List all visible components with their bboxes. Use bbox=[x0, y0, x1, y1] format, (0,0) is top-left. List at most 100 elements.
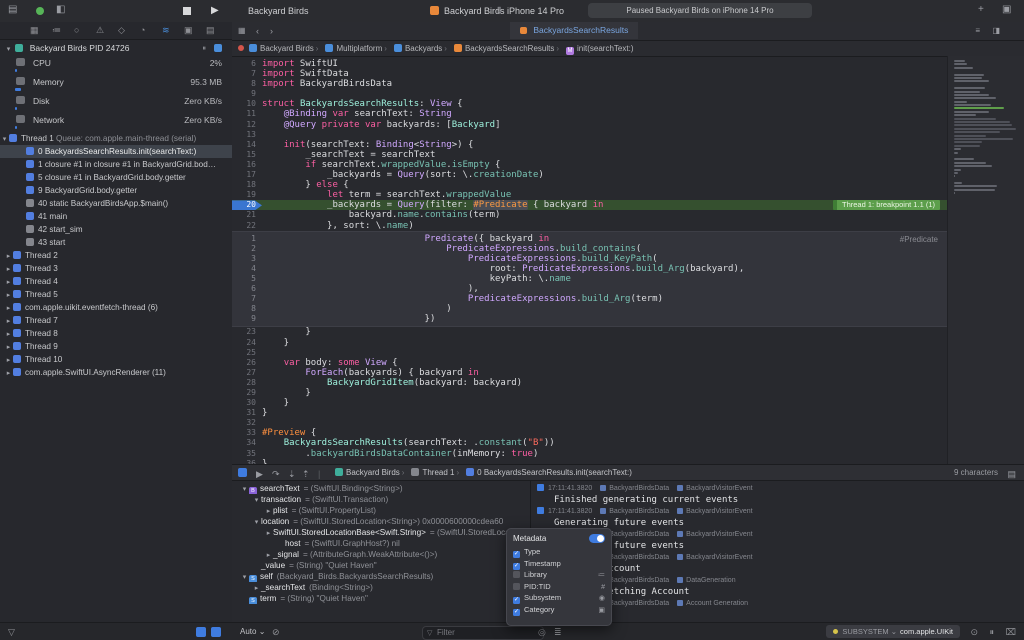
line-number[interactable]: 22 bbox=[232, 221, 262, 231]
disclosure-icon[interactable]: ▸ bbox=[4, 302, 13, 314]
code-line[interactable]: 31} bbox=[232, 408, 1024, 418]
line-number[interactable]: 26 bbox=[232, 358, 262, 368]
variable-row[interactable]: ▸ _searchText (Binding<String>) bbox=[232, 582, 530, 593]
line-number[interactable]: 14 bbox=[232, 140, 262, 150]
console-pause-icon[interactable]: ⏸ bbox=[989, 627, 994, 638]
code-line[interactable]: 13 bbox=[232, 130, 1024, 140]
code-line[interactable]: 34 BackyardsSearchResults(searchText: .c… bbox=[232, 438, 1024, 448]
variable-row[interactable]: ▸ plist = (SwiftUI.PropertyList) bbox=[232, 505, 530, 516]
stop-button[interactable] bbox=[183, 7, 191, 15]
nav-filter-icon[interactable]: ▽ bbox=[8, 627, 15, 638]
show-crashed-only-toggle[interactable] bbox=[211, 627, 221, 637]
code-line[interactable]: 26 var body: some View { bbox=[232, 358, 1024, 368]
variable-row[interactable]: ▾ Sself (Backyard_Birds.BackyardsSearchRes… bbox=[232, 571, 530, 582]
hide-debug-area-icon[interactable] bbox=[238, 468, 247, 477]
line-number[interactable]: 29 bbox=[232, 388, 262, 398]
code-line[interactable]: 22 }, sort: \.name) bbox=[232, 221, 1024, 231]
tab-backyardssearchresults[interactable]: BackyardsSearchResults bbox=[510, 22, 639, 39]
line-number[interactable]: 7 bbox=[232, 69, 262, 79]
disclosure-icon[interactable]: ▸ bbox=[4, 354, 13, 366]
disclosure-icon[interactable]: ▸ bbox=[4, 328, 13, 340]
run-button[interactable]: ▶ bbox=[211, 5, 219, 16]
reports-icon[interactable]: ▤ bbox=[206, 25, 215, 36]
debug-icon[interactable]: ≋ bbox=[162, 25, 170, 36]
variables-filter-input[interactable]: ▽ Filter bbox=[422, 626, 544, 640]
related-items-icon[interactable]: ▦ bbox=[238, 26, 246, 36]
code-line[interactable]: 1 Predicate({ backyard in bbox=[232, 234, 1024, 244]
line-number[interactable]: 9 bbox=[232, 89, 262, 99]
debug-crumb[interactable]: 0 BackyardsSearchResults.init(searchText… bbox=[477, 468, 632, 477]
gauge-row[interactable]: Network Zero KB/s bbox=[0, 113, 232, 132]
line-number[interactable]: 32 bbox=[232, 418, 262, 428]
disclosure-icon[interactable]: ▸ bbox=[4, 263, 13, 275]
thread-row[interactable]: ▸ Thread 2 bbox=[0, 249, 232, 262]
code-area[interactable]: 6 import SwiftUI 7 import SwiftData 8 import … bbox=[232, 56, 1024, 464]
line-number[interactable]: 16 bbox=[232, 160, 262, 170]
show-paused-only-toggle[interactable] bbox=[196, 627, 206, 637]
minimap[interactable] bbox=[947, 56, 1024, 464]
metadata-option[interactable]: ✓ Timestamp bbox=[513, 558, 605, 570]
thread-row[interactable]: ▸ Thread 7 bbox=[0, 314, 232, 327]
line-number[interactable]: 12 bbox=[232, 120, 262, 130]
line-number[interactable]: 1 bbox=[232, 234, 262, 244]
line-number[interactable]: 15 bbox=[232, 150, 262, 160]
line-number[interactable]: 20 bbox=[232, 200, 262, 211]
scheme-selector[interactable]: Backyard Birds bbox=[444, 6, 505, 16]
code-line[interactable]: 35 .backyardBirdsDataContainer(inMemory:… bbox=[232, 449, 1024, 459]
code-line[interactable]: 6 ), bbox=[232, 284, 1024, 294]
debug-breadcrumb[interactable]: Backyard Birds › Thread 1 › 0 BackyardsSearc… bbox=[330, 465, 632, 480]
variable-row[interactable]: Sterm = (String) "Quiet Haven" bbox=[232, 593, 530, 604]
code-line[interactable]: 21 backyard.name.contains(term) bbox=[232, 210, 1024, 220]
gauge-row[interactable]: Memory 95.3 MB bbox=[0, 75, 232, 94]
console-message[interactable]: Finished generating current events bbox=[537, 493, 1024, 507]
stack-frame-row[interactable]: 42 start_sim bbox=[0, 223, 232, 236]
code-line[interactable]: 8 ) bbox=[232, 304, 1024, 314]
gauge-row[interactable]: Disk Zero KB/s bbox=[0, 94, 232, 113]
debug-crumb[interactable]: Thread 1 bbox=[422, 468, 454, 477]
checkbox[interactable]: ✓ bbox=[513, 608, 520, 616]
code-line[interactable]: 23 } bbox=[232, 327, 1024, 337]
structure-icon[interactable]: ▦ bbox=[30, 25, 39, 36]
debug-crumb[interactable]: Backyard Birds bbox=[346, 468, 400, 477]
code-line[interactable]: 3 PredicateExpressions.build_KeyPath( bbox=[232, 254, 1024, 264]
disclosure-icon[interactable]: ▸ bbox=[4, 276, 13, 288]
stack-frame-row[interactable]: 0 BackyardsSearchResults.init(searchText… bbox=[0, 145, 232, 158]
line-number[interactable]: 9 bbox=[232, 314, 262, 324]
disclosure-icon[interactable]: ▸ bbox=[252, 583, 261, 593]
variable-row[interactable]: ▸ _signal = (AttributeGraph.WeakAttribute<… bbox=[232, 549, 530, 560]
line-number[interactable]: 21 bbox=[232, 210, 262, 220]
code-line[interactable]: 11 @Binding var searchText: String bbox=[232, 109, 1024, 119]
stack-frame-row[interactable]: 1 closure #1 in closure #1 in BackyardGr… bbox=[0, 158, 232, 171]
stack-frame-row[interactable]: 9 BackyardGrid.body.getter bbox=[0, 184, 232, 197]
line-number[interactable]: 2 bbox=[232, 244, 262, 254]
line-number[interactable]: 5 bbox=[232, 274, 262, 284]
disclosure-icon[interactable]: ▾ bbox=[240, 484, 249, 494]
breakpoint-annotation[interactable]: Thread 1: breakpoint 1.1 (1) bbox=[833, 200, 940, 211]
sidebar-toggle-icon[interactable]: ◧ bbox=[56, 5, 65, 15]
line-number[interactable]: 35 bbox=[232, 449, 262, 459]
issues-icon[interactable]: ⚠ bbox=[96, 25, 104, 36]
line-number[interactable]: 18 bbox=[232, 180, 262, 190]
line-number[interactable]: 30 bbox=[232, 398, 262, 408]
line-number[interactable]: 34 bbox=[232, 438, 262, 448]
jumpbar-crumb[interactable]: BackyardsSearchResults bbox=[465, 44, 554, 53]
metadata-option[interactable]: ✓ Type bbox=[513, 546, 605, 558]
console-scroll-lock-icon[interactable]: ⊙ bbox=[970, 627, 978, 638]
line-number[interactable]: 7 bbox=[232, 294, 262, 304]
code-line[interactable]: 5 keyPath: \.name bbox=[232, 274, 1024, 284]
line-number[interactable]: 11 bbox=[232, 109, 262, 119]
thread-row[interactable]: ▸ Thread 4 bbox=[0, 275, 232, 288]
thread-row[interactable]: ▸ com.apple.SwiftUI.AsyncRenderer (11) bbox=[0, 366, 232, 379]
memory-debug-icon[interactable] bbox=[214, 44, 222, 52]
line-number[interactable]: 10 bbox=[232, 99, 262, 109]
disclosure-icon[interactable]: ▾ bbox=[252, 495, 261, 505]
line-number[interactable]: 17 bbox=[232, 170, 262, 180]
minimap-toggle-icon[interactable]: ≡ bbox=[975, 26, 980, 36]
no-filter-icon[interactable]: ⊘ bbox=[272, 627, 280, 638]
line-number[interactable]: 6 bbox=[232, 59, 262, 69]
disclosure-icon[interactable]: ▸ bbox=[264, 550, 273, 560]
metadata-option[interactable]: ✓ Category ▣ bbox=[513, 604, 605, 616]
variable-row[interactable]: ▸ SwiftUI.StoredLocationBase<Swift.String… bbox=[232, 527, 530, 538]
code-line[interactable]: 32 bbox=[232, 418, 1024, 428]
line-number[interactable]: 31 bbox=[232, 408, 262, 418]
